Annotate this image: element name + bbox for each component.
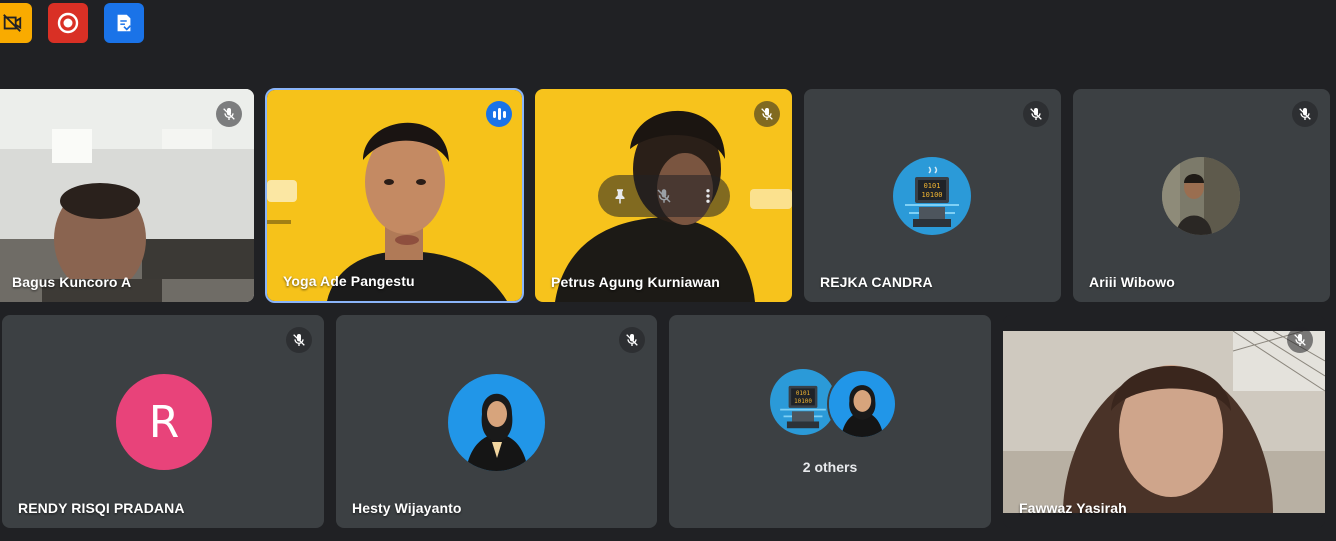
participant-tile[interactable]: Fawwaz Yasirah — [1003, 315, 1325, 528]
participant-video — [0, 89, 254, 302]
mic-off-icon — [1030, 108, 1042, 120]
computer-avatar-image: 0101 10100 — [893, 157, 971, 235]
profile-photo — [829, 371, 895, 437]
participant-video — [267, 90, 522, 301]
others-tile[interactable]: 0101 10100 2 others — [669, 315, 991, 528]
participant-name: REJKA CANDRA — [820, 274, 933, 290]
pin-icon[interactable] — [611, 187, 629, 205]
mic-off-indicator — [216, 101, 242, 127]
mic-off-icon — [1294, 334, 1306, 346]
svg-text:0101: 0101 — [796, 391, 811, 397]
participant-tile[interactable]: Bagus Kuncoro A — [0, 89, 254, 302]
avatar-letter: R — [148, 396, 180, 448]
avatar-initial: R — [116, 374, 212, 470]
svg-text:0101: 0101 — [924, 182, 941, 190]
mic-off-indicator — [286, 327, 312, 353]
mute-mic-icon[interactable] — [655, 187, 673, 205]
profile-photo — [448, 374, 545, 471]
mic-off-icon — [293, 334, 305, 346]
participant-name: Ariii Wibowo — [1089, 274, 1175, 290]
avatar — [827, 369, 897, 439]
participant-tile[interactable]: Ariii Wibowo — [1073, 89, 1330, 302]
mic-off-icon — [223, 108, 235, 120]
participant-tile-active-speaker[interactable]: Yoga Ade Pangestu — [265, 88, 524, 303]
notes-button[interactable] — [104, 3, 144, 43]
svg-text:10100: 10100 — [921, 191, 942, 199]
avatar: 0101 10100 — [893, 157, 971, 235]
mic-off-indicator — [1287, 327, 1313, 353]
participant-name: Bagus Kuncoro A — [12, 274, 132, 290]
profile-photo — [1162, 157, 1240, 235]
record-button[interactable] — [48, 3, 88, 43]
others-count-label: 2 others — [802, 459, 858, 475]
notes-icon — [117, 14, 132, 32]
record-icon — [57, 12, 79, 34]
audio-level-bar — [502, 110, 506, 118]
mic-off-indicator — [754, 101, 780, 127]
mic-off-indicator — [619, 327, 645, 353]
participant-tile[interactable]: Hesty Wijayanto — [336, 315, 657, 528]
camera-off-button[interactable] — [0, 3, 32, 43]
mic-off-icon — [1299, 108, 1311, 120]
camera-off-icon — [3, 14, 22, 32]
audio-level-bar — [492, 110, 496, 118]
audio-level-bar — [497, 108, 501, 120]
more-options-icon[interactable] — [699, 187, 717, 205]
speaking-indicator — [486, 101, 512, 127]
svg-text:10100: 10100 — [794, 399, 812, 405]
mic-off-icon — [761, 108, 773, 120]
participant-video — [1003, 331, 1325, 513]
participant-name: RENDY RISQI PRADANA — [18, 500, 185, 516]
participant-name: Hesty Wijayanto — [352, 500, 462, 516]
mic-off-icon — [626, 334, 638, 346]
avatar — [1162, 157, 1240, 235]
tile-hover-controls — [598, 175, 730, 217]
mic-off-indicator — [1023, 101, 1049, 127]
avatar — [448, 374, 545, 471]
participant-tile[interactable]: R RENDY RISQI PRADANA — [2, 315, 324, 528]
participant-tile[interactable]: 0101 10100 REJKA CANDRA — [804, 89, 1061, 302]
mic-off-indicator — [1292, 101, 1318, 127]
participant-name: Yoga Ade Pangestu — [283, 273, 415, 289]
participant-name: Fawwaz Yasirah — [1019, 500, 1127, 516]
participant-name: Petrus Agung Kurniawan — [551, 274, 720, 290]
